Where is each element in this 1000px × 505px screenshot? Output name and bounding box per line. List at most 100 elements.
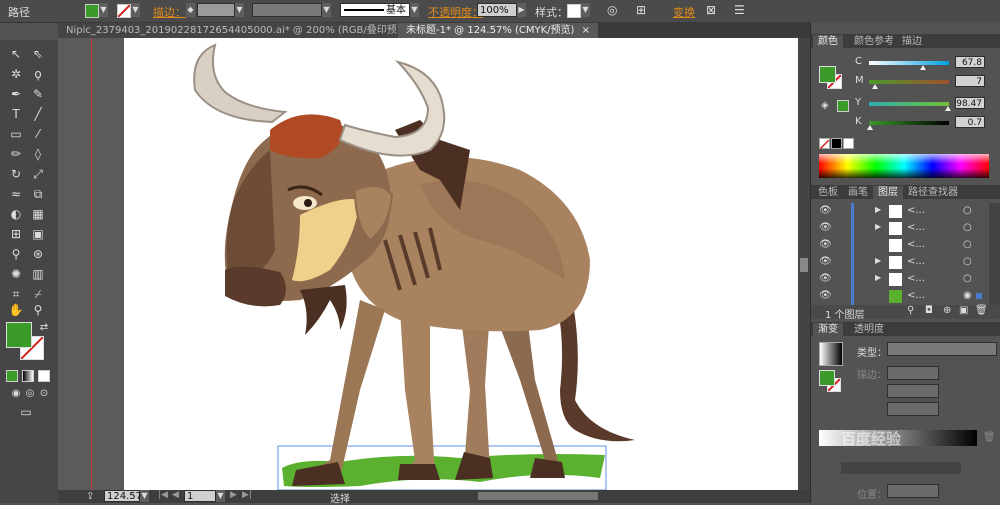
clipping-mask-icon[interactable]: ◘ <box>925 305 933 316</box>
tab-untitled[interactable]: 未标题-1* @ 124.57% (CMYK/预览) × <box>398 23 599 38</box>
align-icon[interactable]: ⊞ <box>636 3 646 17</box>
style-dropdown-arrow[interactable]: ▼ <box>581 3 590 17</box>
graphic-style-swatch[interactable] <box>567 4 581 18</box>
eye-icon[interactable]: 👁 <box>819 222 832 233</box>
tab-swatches[interactable]: 色板 <box>813 186 843 199</box>
zoom-dropdown[interactable]: ▼ <box>140 490 149 502</box>
tab-layers[interactable]: 图层 <box>873 186 903 199</box>
tab-pathfinder[interactable]: 路径查找器 <box>903 186 963 199</box>
channel-y-value[interactable]: 98.47 <box>955 97 985 109</box>
brush-dropdown-arrow[interactable]: ▼ <box>410 3 419 17</box>
profile-dropdown-arrow[interactable]: ▼ <box>322 3 331 17</box>
tab-brushes[interactable]: 画笔 <box>843 186 873 199</box>
slider-thumb[interactable] <box>871 84 878 89</box>
zoom-tool-icon[interactable]: ⚲ <box>30 302 46 318</box>
new-layer-icon[interactable]: ▣ <box>959 305 968 316</box>
gradient-tool-icon[interactable]: ▣ <box>30 226 46 242</box>
eye-icon[interactable]: 👁 <box>819 205 832 216</box>
hand-tool-icon[interactable]: ✋ <box>8 302 24 318</box>
fill-dropdown-arrow[interactable]: ▼ <box>99 3 108 17</box>
expand-icon[interactable]: ▶ <box>875 222 881 231</box>
slider-thumb[interactable] <box>944 106 951 111</box>
opacity-link[interactable]: 不透明度： <box>428 4 483 20</box>
column-graph-icon[interactable]: ▥ <box>30 266 46 282</box>
none-mode-icon[interactable] <box>38 370 50 382</box>
shape-builder-icon[interactable]: ◐ <box>8 206 24 222</box>
direct-selection-tool-icon[interactable]: ⇖ <box>30 46 46 62</box>
tab-color[interactable]: 颜色 <box>813 35 843 48</box>
eye-icon[interactable]: 👁 <box>819 273 832 284</box>
layer-name[interactable]: <... <box>907 273 925 284</box>
target-icon[interactable]: ○ <box>963 222 972 233</box>
layer-name[interactable]: <... <box>907 256 925 267</box>
target-icon[interactable]: ○ <box>963 205 972 216</box>
layer-row[interactable]: 👁 ▶ <... ○ <box>811 254 989 272</box>
delete-stop-icon[interactable]: 🗑 <box>983 432 996 443</box>
transform-link[interactable]: 变换 <box>673 4 695 20</box>
close-icon[interactable]: × <box>582 25 590 36</box>
symbol-sprayer-icon[interactable]: ✺ <box>8 266 24 282</box>
scroll-thumb[interactable] <box>800 258 808 272</box>
menu-options-icon[interactable]: ☰ <box>734 3 745 17</box>
layer-name[interactable]: <... <box>907 290 925 301</box>
pen-tool-icon[interactable]: ✒ <box>8 86 24 102</box>
stroke-dropdown-arrow[interactable]: ▼ <box>131 3 140 17</box>
color-fill-box[interactable] <box>819 66 836 83</box>
channel-y-slider[interactable] <box>869 102 951 111</box>
rectangle-tool-icon[interactable]: ▭ <box>8 126 24 142</box>
share-icon[interactable]: ⇪ <box>86 491 94 502</box>
prev-page-icon[interactable]: ◀ <box>172 490 179 500</box>
gradient-angle-input[interactable] <box>887 384 939 398</box>
width-tool-icon[interactable]: ≈ <box>8 186 24 202</box>
layer-row[interactable]: 👁 ▶ <... ○ <box>811 220 989 238</box>
variable-width-profile[interactable] <box>252 3 322 17</box>
opacity-input[interactable]: 100% <box>477 3 517 17</box>
eraser-icon[interactable]: ◊ <box>30 146 46 162</box>
locate-object-icon[interactable]: ⚲ <box>907 305 914 316</box>
pencil-icon[interactable]: ✏ <box>8 146 24 162</box>
new-sublayer-icon[interactable]: ⊕ <box>943 305 951 316</box>
rotate-tool-icon[interactable]: ↻ <box>8 166 24 182</box>
line-tool-icon[interactable]: ╱ <box>30 106 46 122</box>
opacity-dropdown[interactable]: ▶ <box>517 3 526 17</box>
paintbrush-icon[interactable]: ⁄ <box>30 126 46 142</box>
layer-name[interactable]: <... <box>907 205 925 216</box>
gradient-preview[interactable] <box>819 342 843 366</box>
zoom-input[interactable]: 124.57 <box>104 490 142 502</box>
expand-icon[interactable]: ▶ <box>875 205 881 214</box>
target-icon[interactable]: ○ <box>963 239 972 250</box>
scale-tool-icon[interactable]: ⤢ <box>30 166 46 182</box>
eye-icon[interactable]: 👁 <box>819 256 832 267</box>
perspective-grid-icon[interactable]: ▦ <box>30 206 46 222</box>
brush-definition[interactable]: 基本 <box>340 3 410 17</box>
white-swatch[interactable] <box>843 138 854 149</box>
layer-name[interactable]: <... <box>907 239 925 250</box>
eye-icon[interactable]: 👁 <box>819 239 832 250</box>
layer-row[interactable]: 👁 ▶ <... ○ <box>811 271 989 289</box>
slice-tool-icon[interactable]: ⌿ <box>30 286 46 302</box>
layers-scrollbar[interactable] <box>989 203 1000 305</box>
vertical-scrollbar[interactable] <box>798 38 810 490</box>
lasso-icon[interactable]: ϙ <box>30 66 46 82</box>
target-icon[interactable]: ○ <box>963 273 972 284</box>
target-icon[interactable]: ◉ <box>963 290 972 301</box>
recolor-icon[interactable]: ◎ <box>607 3 617 17</box>
channel-c-slider[interactable] <box>869 61 949 70</box>
gradient-mode-icon[interactable] <box>22 370 34 382</box>
channel-k-slider[interactable] <box>866 121 949 130</box>
tab-gradient[interactable]: 渐变 <box>813 323 843 336</box>
black-swatch[interactable] <box>831 138 842 149</box>
slider-thumb[interactable] <box>866 125 873 130</box>
last-page-icon[interactable]: ▶| <box>242 490 252 500</box>
channel-k-value[interactable]: 0.7 <box>955 116 985 128</box>
out-of-gamut-swatch[interactable] <box>837 100 849 112</box>
mesh-tool-icon[interactable]: ⊞ <box>8 226 24 242</box>
selection-tool-icon[interactable]: ↖ <box>8 46 24 62</box>
expand-icon[interactable]: ▶ <box>875 273 881 282</box>
gradient-stroke-select[interactable] <box>887 366 939 380</box>
eye-icon[interactable]: 👁 <box>819 290 832 301</box>
stroke-weight-stepper[interactable]: ◆ <box>186 3 195 17</box>
magic-wand-icon[interactable]: ✲ <box>8 66 24 82</box>
first-page-icon[interactable]: |◀ <box>158 490 168 500</box>
eyedropper-icon[interactable]: ⚲ <box>8 246 24 262</box>
